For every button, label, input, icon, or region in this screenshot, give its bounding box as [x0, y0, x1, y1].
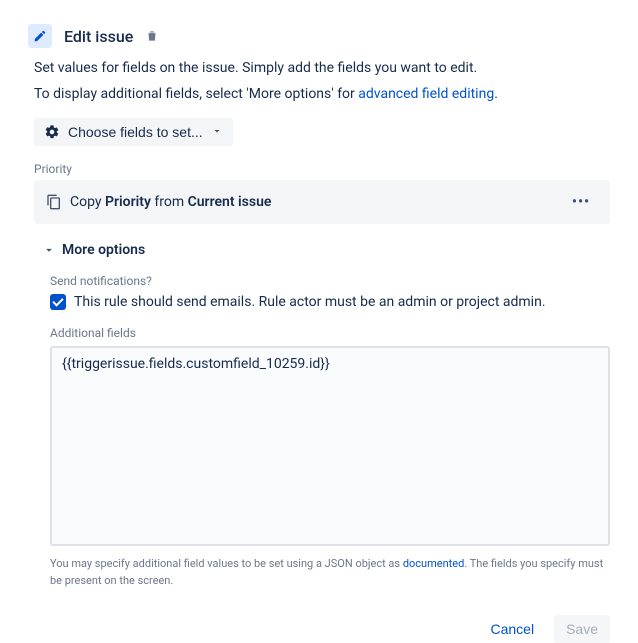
choose-fields-label: Choose fields to set...: [68, 124, 203, 140]
sub-description: To display additional fields, select 'Mo…: [34, 86, 610, 102]
more-actions-icon[interactable]: •••: [564, 190, 598, 214]
priority-row: Copy Priority from Current issue •••: [34, 180, 610, 224]
chevron-down-icon: [211, 124, 223, 140]
gear-icon: [44, 124, 60, 140]
additional-fields-label: Additional fields: [50, 326, 610, 340]
choose-fields-button[interactable]: Choose fields to set...: [34, 118, 233, 146]
priority-copy-text: Copy Priority from Current issue: [46, 194, 271, 210]
additional-fields-help: You may specify additional field values …: [50, 556, 610, 589]
delete-icon[interactable]: [145, 29, 159, 43]
save-button[interactable]: Save: [554, 615, 610, 643]
more-options-toggle[interactable]: More options: [42, 242, 610, 258]
send-notifications-label: Send notifications?: [50, 274, 610, 288]
chevron-down-icon: [42, 243, 56, 257]
more-options-label: More options: [62, 242, 145, 258]
cancel-button[interactable]: Cancel: [478, 615, 546, 643]
copy-icon: [46, 194, 62, 210]
edit-icon: [28, 24, 52, 48]
page-title: Edit issue: [64, 27, 133, 46]
send-notifications-text[interactable]: This rule should send emails. Rule actor…: [74, 294, 546, 310]
send-notifications-checkbox[interactable]: [50, 294, 66, 310]
advanced-field-editing-link[interactable]: advanced field editing: [358, 86, 494, 102]
description-text: Set values for fields on the issue. Simp…: [34, 60, 610, 76]
documented-link[interactable]: documented: [403, 557, 465, 570]
additional-fields-input[interactable]: [50, 346, 610, 546]
priority-label: Priority: [34, 162, 610, 176]
